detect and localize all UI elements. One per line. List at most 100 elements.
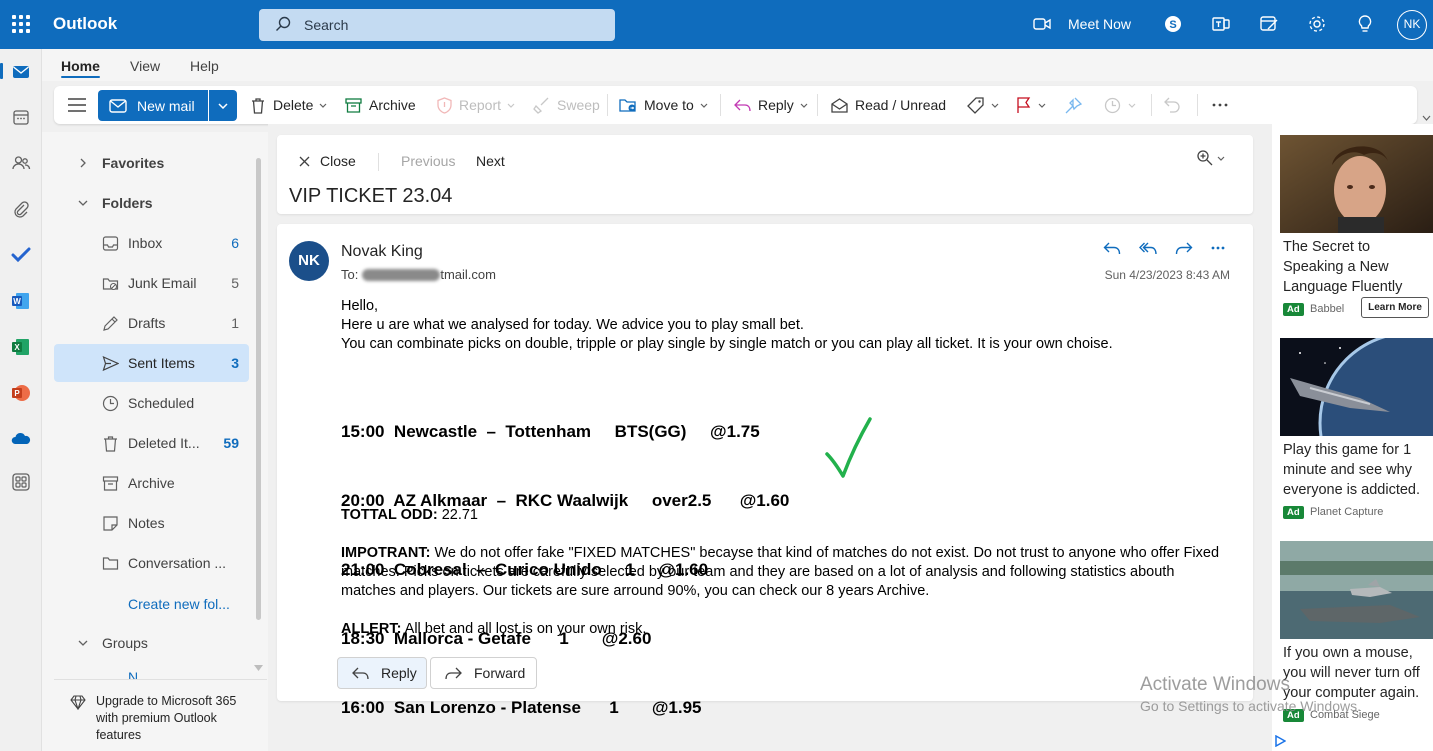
folder-conversation-history[interactable]: Conversation ... [54, 544, 249, 582]
folder-label: Drafts [128, 315, 166, 331]
search-box[interactable]: Search [259, 9, 615, 41]
folder-deleted-items[interactable]: Deleted It... 59 [54, 424, 249, 462]
reply-button-label: Reply [381, 665, 417, 681]
folder-scheduled[interactable]: Scheduled [54, 384, 249, 422]
ad-image[interactable] [1280, 338, 1433, 436]
folder-junk-email[interactable]: Junk Email 5 [54, 264, 249, 302]
zoom-icon[interactable] [1196, 149, 1214, 167]
teams-icon[interactable] [1211, 14, 1231, 34]
forward-button[interactable]: Forward [430, 657, 537, 689]
powerpoint-icon[interactable]: P [11, 383, 31, 403]
chevron-down-icon [991, 103, 999, 108]
more-options-button[interactable] [1212, 86, 1235, 124]
folder-archive[interactable]: Archive [54, 464, 249, 502]
recipient-address[interactable]: tmail.com [440, 267, 496, 282]
meet-now-button[interactable]: Meet Now [1068, 16, 1131, 32]
scroll-down-arrow-icon[interactable] [254, 665, 263, 671]
calendar-icon[interactable] [11, 107, 31, 127]
folder-pane: Favorites Folders Inbox 6 Junk Email 5 D… [42, 132, 268, 751]
junk-folder-icon [102, 278, 119, 291]
excel-icon[interactable]: X [11, 337, 31, 357]
checkmark-drawing [825, 417, 872, 478]
todo-icon[interactable] [11, 245, 31, 265]
my-day-icon[interactable] [1259, 14, 1279, 34]
hamburger-menu-icon[interactable] [68, 98, 86, 112]
more-icon[interactable] [1211, 246, 1225, 250]
paperclip-icon[interactable] [11, 199, 31, 219]
new-group-link[interactable]: N [128, 669, 138, 679]
mail-icon[interactable] [11, 62, 31, 82]
fighter-jet-image [1280, 541, 1433, 639]
create-new-folder-link[interactable]: Create new fol... [128, 596, 230, 612]
learn-more-button[interactable]: Learn More [1361, 297, 1429, 318]
folder-sent-items[interactable]: Sent Items 3 [54, 344, 249, 382]
folder-label: Deleted It... [128, 435, 200, 451]
video-camera-icon[interactable] [1033, 17, 1051, 31]
app-launcher-icon[interactable] [12, 15, 30, 33]
folder-notes[interactable]: Notes [54, 504, 249, 542]
next-button[interactable]: Next [476, 153, 505, 169]
read-unread-button[interactable]: Read / Unread [831, 86, 946, 124]
account-avatar[interactable]: NK [1397, 10, 1427, 40]
people-icon[interactable] [11, 153, 31, 173]
chevron-down-icon[interactable] [1217, 156, 1225, 161]
flag-button[interactable] [1016, 86, 1053, 124]
folder-label: Notes [128, 515, 165, 531]
clock-icon [1104, 97, 1121, 113]
tab-home[interactable]: Home [61, 58, 100, 74]
chevron-down-icon[interactable] [1422, 115, 1431, 121]
ad-image[interactable] [1280, 541, 1433, 639]
ad-title[interactable]: The Secret to Speaking a New Language Fl… [1280, 237, 1433, 297]
active-tab-indicator [61, 76, 100, 78]
reply-dropdown-button[interactable]: Reply [734, 86, 815, 124]
sender-name[interactable]: Novak King [341, 243, 423, 261]
onedrive-icon[interactable] [11, 429, 31, 449]
upgrade-banner[interactable]: Upgrade to Microsoft 365 with premium Ou… [54, 679, 267, 751]
ad-image[interactable] [1280, 135, 1433, 233]
trash-icon [252, 97, 264, 114]
reply-button[interactable]: Reply [337, 657, 427, 689]
archive-button[interactable]: Archive [345, 86, 416, 124]
sweep-button[interactable]: Sweep [533, 86, 600, 124]
pin-button[interactable] [1065, 86, 1089, 124]
skype-icon[interactable]: S [1163, 14, 1183, 34]
ad-card[interactable]: Play this game for 1 minute and see why … [1280, 338, 1433, 526]
new-mail-dropdown[interactable] [209, 90, 237, 121]
sender-avatar[interactable]: NK [289, 241, 329, 281]
close-button[interactable]: Close [320, 153, 356, 169]
previous-button[interactable]: Previous [401, 153, 455, 169]
redacted-address [362, 268, 441, 281]
tab-help[interactable]: Help [190, 58, 219, 74]
close-icon[interactable] [299, 156, 310, 167]
app-rail: W X P [0, 49, 42, 751]
body-line: Here u are what we analysed for today. W… [341, 317, 804, 333]
report-button[interactable]: Report [437, 86, 522, 124]
ad-card[interactable]: The Secret to Speaking a New Language Fl… [1280, 135, 1433, 323]
new-mail-label: New mail [137, 97, 195, 114]
tab-view[interactable]: View [130, 58, 160, 74]
forward-icon[interactable] [1175, 240, 1193, 256]
more-apps-icon[interactable] [11, 472, 31, 492]
folder-drafts[interactable]: Drafts 1 [54, 304, 249, 342]
chevron-down-icon [218, 103, 228, 109]
adchoices-icon[interactable] [1274, 735, 1286, 747]
broom-icon [533, 97, 549, 114]
undo-button[interactable] [1164, 86, 1187, 124]
delete-button[interactable]: Delete [250, 86, 334, 124]
snooze-button[interactable] [1104, 86, 1143, 124]
allert-text: All bet and all lost is on your own risk… [404, 621, 647, 637]
folder-scrollbar[interactable] [256, 158, 261, 620]
new-mail-button[interactable]: New mail [98, 90, 208, 121]
word-icon[interactable]: W [11, 291, 31, 311]
reply-icon[interactable] [1103, 240, 1121, 256]
app-title[interactable]: Outlook [53, 14, 117, 34]
categorize-button[interactable] [967, 86, 1006, 124]
folder-inbox[interactable]: Inbox 6 [54, 224, 249, 262]
gear-icon[interactable] [1307, 14, 1327, 34]
lightbulb-icon[interactable] [1355, 14, 1375, 34]
read-unread-label: Read / Unread [855, 97, 947, 113]
move-to-button[interactable]: Move to [619, 86, 715, 124]
ad-title[interactable]: Play this game for 1 minute and see why … [1280, 440, 1433, 500]
reply-all-icon[interactable] [1139, 240, 1157, 256]
ad-title[interactable]: If you own a mouse, you will never turn … [1280, 643, 1433, 703]
